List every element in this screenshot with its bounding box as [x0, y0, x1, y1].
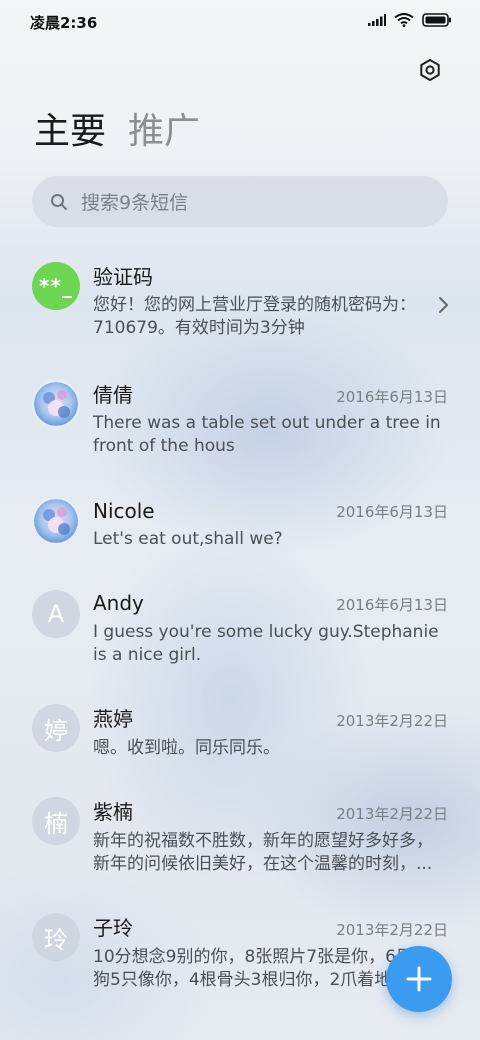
contact-name: 子玲 [93, 916, 133, 940]
conversation-list: **_ 验证码 您好！您的网上营业厅登录的随机密码为：710679。有效时间为3… [0, 0, 480, 1040]
chevron-right-icon [439, 297, 448, 313]
contact-name: 燕婷 [93, 707, 133, 731]
message-preview: There was a table set out under a tree i… [93, 413, 441, 456]
message-preview: 嗯。收到啦。同乐同乐。 [93, 738, 280, 758]
message-date: 2013年2月22日 [336, 712, 448, 730]
message-date: 2016年6月13日 [336, 388, 448, 406]
new-message-button[interactable] [386, 946, 452, 1012]
avatar-photo-icon [34, 499, 78, 543]
conversation-item[interactable]: 楠 紫楠 2013年2月22日 新年的祝福数不胜数，新年的愿望好多好多，新年的问… [0, 797, 480, 897]
message-date: 2016年6月13日 [336, 503, 448, 521]
conversation-item[interactable]: 倩倩 2016年6月13日 There was a table set out … [0, 378, 480, 478]
conversation-item[interactable]: **_ 验证码 您好！您的网上营业厅登录的随机密码为：710679。有效时间为3… [0, 258, 480, 358]
message-date: 2016年6月13日 [336, 596, 448, 614]
contact-name: 紫楠 [93, 800, 133, 824]
avatar: 楠 [32, 797, 80, 845]
avatar-photo-icon [34, 382, 78, 426]
message-date: 2013年2月22日 [336, 805, 448, 823]
avatar [32, 497, 80, 545]
conversation-item[interactable]: Nicole 2016年6月13日 Let's eat out,shall we… [0, 495, 480, 575]
conversation-item[interactable]: A Andy 2016年6月13日 I guess you're some lu… [0, 588, 480, 688]
message-preview: Let's eat out,shall we? [93, 529, 283, 549]
avatar [32, 380, 80, 428]
avatar: A [32, 590, 80, 638]
avatar: **_ [32, 262, 80, 310]
contact-name: 倩倩 [93, 383, 133, 407]
contact-name: Nicole [93, 499, 155, 523]
avatar: 婷 [32, 704, 80, 752]
conversation-item[interactable]: 婷 燕婷 2013年2月22日 嗯。收到啦。同乐同乐。 [0, 704, 480, 784]
contact-name: Andy [93, 591, 144, 615]
contact-name: 验证码 [93, 265, 153, 289]
message-preview: I guess you're some lucky guy.Stephanie … [93, 622, 439, 665]
message-date: 2013年2月22日 [336, 921, 448, 939]
avatar: 玲 [32, 913, 80, 961]
plus-icon [406, 966, 432, 992]
message-preview: 新年的祝福数不胜数，新年的愿望好多好多，新年的问候依旧美好，在这个温馨的时刻，.… [93, 831, 433, 874]
message-preview: 您好！您的网上营业厅登录的随机密码为：710679。有效时间为3分钟 [93, 295, 416, 338]
